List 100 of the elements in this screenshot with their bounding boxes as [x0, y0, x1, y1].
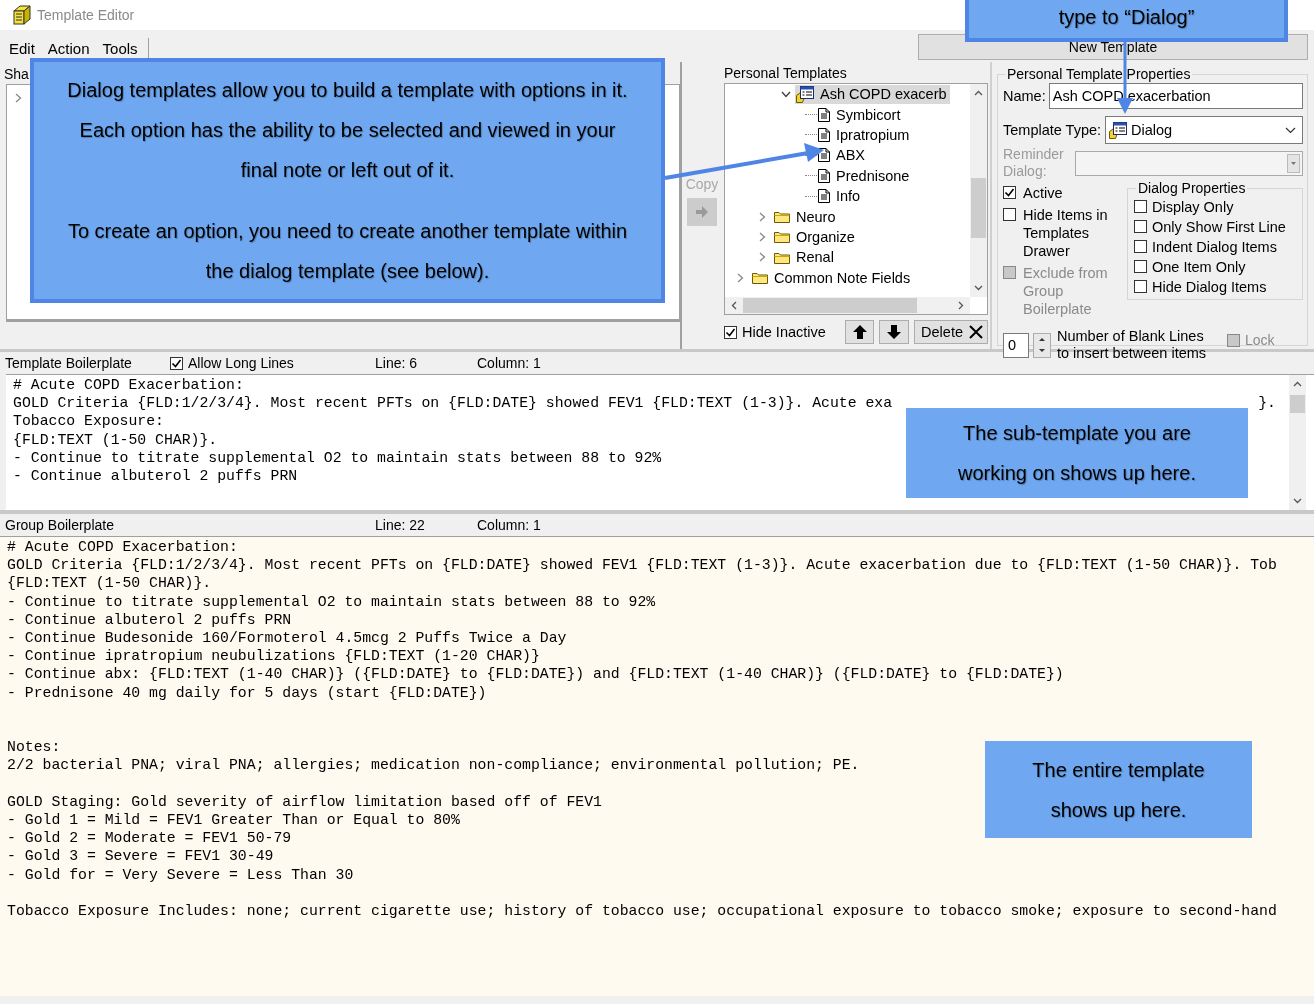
scrollbar-thumb[interactable] — [971, 178, 986, 238]
folder-icon — [774, 250, 790, 264]
tree-item[interactable]: Ipratropium — [817, 125, 913, 145]
chevron-right-icon — [15, 93, 22, 103]
copy-label: Copy — [685, 176, 719, 192]
tree-item[interactable]: Ash COPD exacerb — [795, 84, 950, 104]
section-label: Personal Templates — [723, 64, 848, 83]
code-line: {FLD:TEXT (1-50 CHAR)}. — [7, 574, 212, 593]
code-line: 2/2 bacterial PNA; viral PNA; allergies; medication non-compliance; environmental pollution; PE. — [7, 756, 860, 775]
code-line: GOLD Staging: Gold severity of airflow limitation based off of FEV1 — [7, 792, 602, 811]
window-title: Template Editor — [37, 7, 135, 23]
document-icon — [818, 189, 830, 204]
chevron-down-icon[interactable] — [781, 90, 791, 98]
chevron-right-icon[interactable] — [759, 252, 766, 263]
move-up-button[interactable] — [844, 320, 875, 344]
code-line: - Prednisone 40 mg daily for 5 days (start {FLD:DATE}) — [7, 683, 487, 702]
callout-text: The entire template shows up here. — [1031, 757, 1206, 823]
scroll-right-icon — [958, 301, 964, 310]
code-line: - Continue Budesonide 160/Formoterol 4.5mcg 2 Puffs Twice a Day — [7, 629, 567, 648]
check-mark-icon — [171, 358, 182, 369]
name-field[interactable]: Ash COPD exacerbation — [1048, 83, 1303, 109]
chevron-right-icon[interactable] — [759, 211, 766, 222]
blank-lines-field[interactable]: 0 — [1003, 332, 1029, 358]
scroll-down-icon — [1293, 498, 1302, 504]
field-label: Reminder Dialog: — [1003, 146, 1065, 180]
close-icon — [969, 325, 983, 339]
document-icon — [818, 127, 830, 142]
template-type-select[interactable]: Dialog — [1105, 116, 1303, 144]
scrollbar-thumb[interactable] — [1290, 395, 1305, 413]
chevron-right-icon[interactable] — [759, 231, 766, 242]
document-icon — [818, 107, 830, 122]
tree-item[interactable]: Symbicort — [817, 105, 904, 125]
code-line: - Gold 1 = Mild = FEV1 Greater Than or Equal to 80% — [7, 811, 460, 830]
line-indicator: Line: 6 — [375, 355, 419, 371]
tree-item[interactable]: Organize — [773, 227, 858, 247]
code-line-fragment: GOLD Criteria {FLD:1/2/3/4}. Most recent PFTs on {FLD:DATE} showed FEV1 {FLD:TEXT (1-3)}. Acute exa — [13, 394, 893, 413]
checkbox[interactable]: Indent Dialog Items — [1134, 238, 1298, 256]
field-label: Number of Blank Lines to insert between items — [1057, 328, 1208, 362]
column-indicator: Column: 1 — [477, 517, 541, 533]
caret-down-icon — [1287, 153, 1300, 173]
move-down-button[interactable] — [879, 320, 910, 344]
code-line-fragment: }. — [1258, 394, 1276, 413]
group-boilerplate-editor[interactable] — [0, 536, 1314, 996]
group-title: Dialog Properties — [1137, 180, 1247, 196]
check-mark-icon — [1004, 187, 1015, 198]
folder-icon — [752, 271, 768, 285]
horizontal-scrollbar[interactable] — [725, 297, 970, 314]
checkbox[interactable]: Hide Dialog Items — [1134, 278, 1298, 296]
copy-arrow-button[interactable] — [687, 198, 717, 226]
scroll-up-icon — [1293, 381, 1302, 387]
code-line: # Acute COPD Exacerbation: — [7, 538, 238, 557]
section-label: Template Boilerplate — [5, 355, 133, 371]
menu-item[interactable]: Edit — [9, 41, 35, 56]
document-icon — [818, 168, 830, 183]
caret-down-icon — [1285, 126, 1296, 134]
tree-item[interactable]: Info — [817, 186, 864, 206]
checkbox[interactable]: Hide Items in Templates Drawer — [1003, 206, 1121, 260]
tree-item[interactable]: Common Note Fields — [751, 268, 914, 288]
delete-button[interactable]: Delete — [914, 320, 988, 344]
vertical-scrollbar[interactable] — [1289, 375, 1306, 510]
field-label: Name: — [1003, 88, 1046, 104]
scroll-up-icon — [974, 90, 983, 96]
menu-item[interactable]: Tools — [102, 41, 138, 56]
checkbox[interactable]: Active — [1003, 184, 1121, 202]
checkbox[interactable]: One Item Only — [1134, 258, 1298, 276]
column-indicator: Column: 1 — [477, 355, 541, 371]
code-line: - Continue to titrate supplemental O2 to maintain stats between 88 to 92% — [7, 592, 656, 611]
check-mark-icon — [725, 327, 736, 338]
chevron-right-icon[interactable] — [737, 272, 744, 283]
code-line: - Gold for = Very Severe = Less Than 30 — [7, 865, 354, 884]
callout-text: To create an option, you need to create another template within the dialog template (see below). — [66, 219, 629, 284]
code-line: Tobacco Exposure: — [13, 412, 164, 431]
dialog-template-icon — [1109, 121, 1128, 139]
scrollbar-thumb[interactable] — [743, 298, 917, 313]
callout-text: Dialog templates allow you to build a template with options in it. Each option has the ability to be selected and viewed in your final note or left out of it. — [66, 78, 629, 183]
allow-long-lines-checkbox[interactable]: Allow Long Lines — [170, 355, 375, 371]
group-title: Personal Template Properties — [1006, 66, 1192, 82]
notebook-icon — [11, 5, 31, 25]
tree-item[interactable]: Renal — [773, 247, 837, 267]
code-line: Tobacco Exposure Includes: none; current cigarette use; history of tobacco use; occupational exposure to tobacco smoke; exposure to second-hand — [7, 902, 1277, 921]
tree-item[interactable]: Neuro — [773, 207, 839, 227]
code-line: # Acute COPD Exacerbation: — [13, 376, 244, 395]
code-line: - Continue abx: {FLD:TEXT (1-40 CHAR)} ({FLD:DATE} to {FLD:DATE}) and {FLD:TEXT (1-40 CHAR)} ({FLD:DATE} to {FLD:DATE}) — [7, 665, 1064, 684]
menu-item[interactable]: Action — [47, 41, 90, 56]
spin-buttons[interactable] — [1033, 332, 1051, 358]
code-line: - Gold 3 = Severe = FEV1 30-49 — [7, 847, 274, 866]
section-label: Group Boilerplate — [5, 517, 115, 533]
code-line: - Continue albuterol 2 puffs PRN — [13, 467, 298, 486]
code-line: - Continue albuterol 2 puffs PRN — [7, 610, 292, 629]
scroll-down-icon — [974, 285, 983, 291]
checkbox[interactable]: Only Show First Line — [1134, 218, 1298, 236]
checkbox[interactable]: Display Only — [1134, 198, 1298, 216]
reminder-dialog-select[interactable] — [1075, 150, 1303, 176]
tree-item[interactable]: Prednisone — [817, 166, 913, 186]
code-line: - Continue to titrate supplemental O2 to maintain stats between 88 to 92% — [13, 448, 662, 467]
code-line: Notes: — [7, 738, 61, 757]
callout-text: The sub-template you are working on shows up here. — [957, 421, 1197, 486]
code-line: {FLD:TEXT (1-50 CHAR)}. — [13, 430, 218, 449]
code-line: - Gold 2 = Moderate = FEV1 50-79 — [7, 829, 292, 848]
vertical-scrollbar[interactable] — [970, 84, 987, 297]
